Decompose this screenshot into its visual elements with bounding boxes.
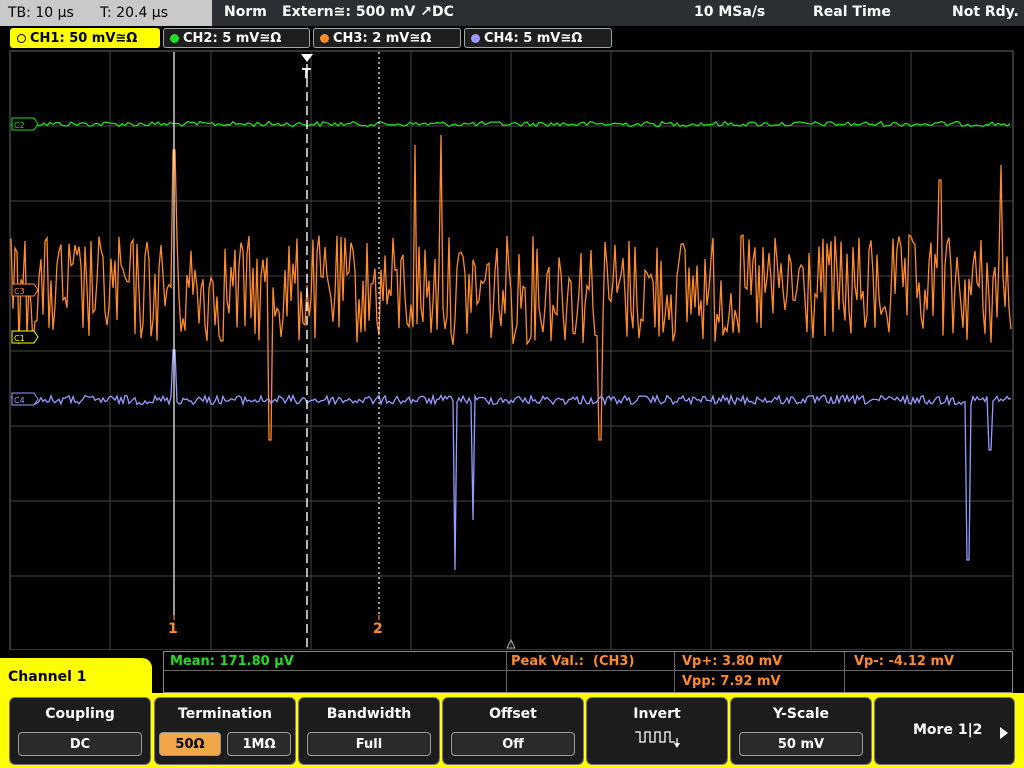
tab-ch1-label: CH1: 50 mV≅Ω xyxy=(30,31,138,46)
trigger-mode[interactable]: Norm xyxy=(224,0,267,26)
termination-50ohm-option[interactable]: 50Ω xyxy=(159,732,221,756)
tab-ch1[interactable]: CH1: 50 mV≅Ω xyxy=(10,28,160,48)
menu-title-text: Channel 1 xyxy=(8,669,87,685)
ch3-marker[interactable]: C3 xyxy=(11,283,39,297)
tab-ch2[interactable]: CH2: 5 mV≅Ω xyxy=(163,28,310,48)
acquisition-state: Not Rdy. xyxy=(952,4,1019,20)
menu-title: Channel 1 xyxy=(0,658,152,698)
tab-ch3[interactable]: CH3: 2 mV≅Ω xyxy=(313,28,461,48)
bandwidth-softkey[interactable]: Bandwidth Full xyxy=(298,697,440,765)
coupling-title: Coupling xyxy=(45,706,115,722)
measurement-bar: Mean: 171.80 µV Peak Val.: (CH3) Vp+: 3.… xyxy=(163,651,1013,693)
trigger-label: T xyxy=(302,67,311,82)
waveform-display[interactable]: 1 2 T C2 C3 C1 C4 xyxy=(0,50,1024,650)
softkey-bar: Coupling DC Termination 50Ω 1MΩ Bandwidt… xyxy=(0,693,1024,768)
coupling-value[interactable]: DC xyxy=(18,732,142,756)
tab-ch4[interactable]: CH4: 5 mV≅Ω xyxy=(464,28,612,48)
offset-softkey[interactable]: Offset Off xyxy=(442,697,584,765)
ch1-marker[interactable]: C1 xyxy=(11,330,39,344)
cursor-2-label: 2 xyxy=(373,621,383,637)
cursor-1-label: 1 xyxy=(168,621,178,637)
channel-tabs: CH1: 50 mV≅Ω CH2: 5 mV≅Ω CH3: 2 mV≅Ω CH4… xyxy=(0,26,1024,50)
invert-softkey[interactable]: Invert xyxy=(586,697,728,765)
y-scale-title: Y-Scale xyxy=(772,706,829,722)
invert-title: Invert xyxy=(633,706,681,722)
more-label: More 1|2 xyxy=(913,722,983,738)
bandwidth-value[interactable]: Full xyxy=(307,732,431,756)
ch3-dot-icon xyxy=(320,34,329,43)
ch2-marker-label: C2 xyxy=(14,121,25,130)
ch2-marker[interactable]: C2 xyxy=(11,117,39,131)
vp-minus-value: Vp-: -4.12 mV xyxy=(854,654,955,669)
tab-ch3-label: CH3: 2 mV≅Ω xyxy=(333,31,432,46)
termination-softkey[interactable]: Termination 50Ω 1MΩ xyxy=(154,697,296,765)
timebase-readout: TB: 10 µs xyxy=(8,5,74,21)
ch1-marker-label: C1 xyxy=(14,334,25,343)
acquisition-mode: Real Time xyxy=(813,4,891,20)
more-softkey[interactable]: More 1|2 xyxy=(874,697,1015,765)
trigger-time-readout: T: 20.4 µs xyxy=(100,5,169,21)
vpp-value: Vpp: 7.92 mV xyxy=(682,674,781,689)
next-page-arrow-icon xyxy=(1000,727,1008,739)
ch4-marker[interactable]: C4 xyxy=(11,392,39,406)
offset-title: Offset xyxy=(489,706,537,722)
bandwidth-title: Bandwidth xyxy=(326,706,412,722)
status-bar: TB: 10 µs T: 20.4 µs Norm Extern≅: 500 m… xyxy=(0,0,1024,26)
invert-waveform-icon xyxy=(635,731,680,748)
vp-plus-value: Vp+: 3.80 mV xyxy=(682,654,783,669)
ch3-marker-label: C3 xyxy=(14,287,25,296)
coupling-softkey[interactable]: Coupling DC xyxy=(9,697,151,765)
tab-ch2-label: CH2: 5 mV≅Ω xyxy=(183,31,282,46)
mean-measurement[interactable]: Mean: 171.80 µV xyxy=(170,654,294,669)
y-scale-value[interactable]: 50 mV xyxy=(739,732,863,756)
y-scale-softkey[interactable]: Y-Scale 50 mV xyxy=(730,697,872,765)
tab-ch4-label: CH4: 5 mV≅Ω xyxy=(484,31,583,46)
termination-title: Termination xyxy=(178,706,272,722)
ch1-dot-icon xyxy=(17,34,26,43)
sample-rate: 10 MSa/s xyxy=(694,4,766,20)
ch4-dot-icon xyxy=(471,34,480,43)
offset-value[interactable]: Off xyxy=(451,732,575,756)
timebase-box[interactable]: TB: 10 µs T: 20.4 µs xyxy=(0,0,212,26)
trigger-source[interactable]: Extern≅: 500 mV ↗DC xyxy=(282,0,454,26)
ch2-dot-icon xyxy=(170,34,179,43)
peak-measurement-title[interactable]: Peak Val.: (CH3) xyxy=(511,654,634,669)
ch4-marker-label: C4 xyxy=(14,396,25,405)
termination-1mohm-option[interactable]: 1MΩ xyxy=(227,732,291,756)
